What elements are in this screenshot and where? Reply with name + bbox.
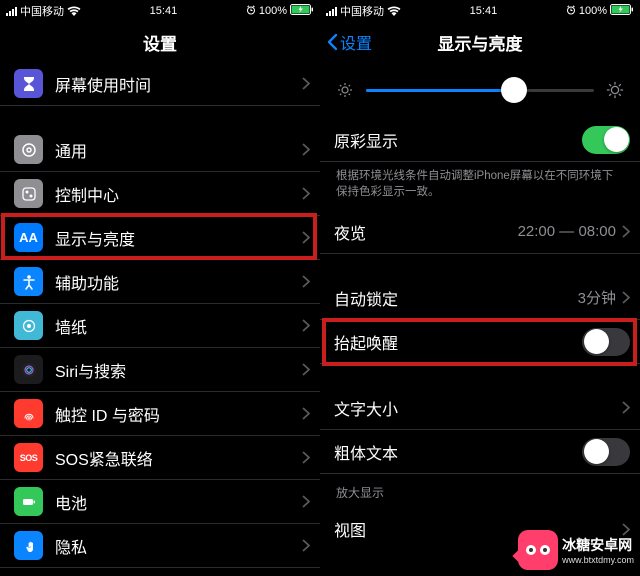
battery-row-icon — [14, 487, 43, 516]
chevron-right-icon — [302, 231, 310, 244]
switches-icon — [14, 179, 43, 208]
brightness-slider[interactable] — [366, 76, 594, 104]
alarm-icon — [566, 5, 576, 18]
settings-screen: 中国移动 15:41 100% 设置 屏幕使用时间 通用 — [0, 0, 320, 576]
gear-icon — [14, 135, 43, 164]
chevron-right-icon — [302, 319, 310, 332]
battery-icon — [610, 4, 634, 18]
chevron-right-icon — [622, 291, 630, 304]
page-title: 设置 — [143, 30, 177, 55]
row-screen-time[interactable]: 屏幕使用时间 — [0, 62, 320, 106]
display-brightness-screen: 中国移动 15:41 100% 设置 显示与亮度 — [320, 0, 640, 576]
chevron-right-icon — [302, 495, 310, 508]
row-privacy[interactable]: 隐私 — [0, 524, 320, 568]
hand-icon — [14, 531, 43, 560]
row-sos[interactable]: SOS SOS紧急联络 — [0, 436, 320, 480]
sos-icon: SOS — [14, 443, 43, 472]
chevron-right-icon — [302, 187, 310, 200]
battery-percent: 100% — [259, 5, 287, 17]
chevron-right-icon — [302, 143, 310, 156]
watermark-logo-icon — [518, 530, 558, 570]
row-display-brightness[interactable]: AA 显示与亮度 — [0, 216, 320, 260]
row-general[interactable]: 通用 — [0, 128, 320, 172]
sun-small-icon — [336, 81, 354, 99]
wallpaper-icon — [14, 311, 43, 340]
battery-icon — [290, 4, 314, 18]
row-control-center[interactable]: 控制中心 — [0, 172, 320, 216]
siri-icon — [14, 355, 43, 384]
sun-large-icon — [606, 81, 624, 99]
signal-icon — [326, 6, 337, 16]
raise-to-wake-toggle[interactable] — [582, 328, 630, 356]
chevron-right-icon — [302, 407, 310, 420]
chevron-right-icon — [302, 539, 310, 552]
nav-bar-settings: 设置 — [0, 22, 320, 62]
carrier-label: 中国移动 — [340, 3, 384, 19]
row-raise-to-wake: 抬起唤醒 — [320, 320, 640, 364]
row-night-shift[interactable]: 夜览 22:00 — 08:00 — [320, 210, 640, 254]
true-tone-toggle[interactable] — [582, 126, 630, 154]
accessibility-icon — [14, 267, 43, 296]
status-time: 15:41 — [470, 5, 498, 17]
chevron-right-icon — [302, 363, 310, 376]
row-siri[interactable]: Siri与搜索 — [0, 348, 320, 392]
row-auto-lock[interactable]: 自动锁定 3分钟 — [320, 276, 640, 320]
hourglass-icon — [14, 69, 43, 98]
back-button[interactable]: 设置 — [326, 30, 372, 54]
chevron-right-icon — [302, 77, 310, 90]
row-wallpaper[interactable]: 墙纸 — [0, 304, 320, 348]
watermark: 冰糖安卓网 www.btxtdmy.com — [518, 530, 634, 570]
settings-list: 屏幕使用时间 通用 控制中心 AA 显示与亮度 辅助功能 — [0, 62, 320, 568]
row-accessibility[interactable]: 辅助功能 — [0, 260, 320, 304]
watermark-url: www.btxtdmy.com — [562, 555, 634, 565]
row-bold-text: 粗体文本 — [320, 430, 640, 474]
row-touchid[interactable]: 触控 ID 与密码 — [0, 392, 320, 436]
status-bar: 中国移动 15:41 100% — [0, 0, 320, 22]
brightness-slider-row — [320, 62, 640, 118]
nav-bar-display: 设置 显示与亮度 — [320, 22, 640, 62]
page-title: 显示与亮度 — [438, 30, 523, 55]
row-battery[interactable]: 电池 — [0, 480, 320, 524]
status-bar: 中国移动 15:41 100% — [320, 0, 640, 22]
signal-icon — [6, 6, 17, 16]
watermark-text: 冰糖安卓网 — [562, 535, 634, 555]
wifi-icon — [387, 6, 401, 16]
wifi-icon — [67, 6, 81, 16]
true-tone-description: 根据环境光线条件自动调整iPhone屏幕以在不同环境下保持色彩显示一致。 — [320, 162, 640, 210]
chevron-right-icon — [302, 275, 310, 288]
zoom-section-header: 放大显示 — [320, 474, 640, 507]
text-size-icon: AA — [14, 223, 43, 252]
bold-text-toggle[interactable] — [582, 438, 630, 466]
alarm-icon — [246, 5, 256, 18]
chevron-right-icon — [622, 225, 630, 238]
fingerprint-icon — [14, 399, 43, 428]
row-text-size[interactable]: 文字大小 — [320, 386, 640, 430]
status-time: 15:41 — [150, 5, 178, 17]
chevron-right-icon — [622, 401, 630, 414]
carrier-label: 中国移动 — [20, 3, 64, 19]
chevron-right-icon — [302, 451, 310, 464]
row-true-tone: 原彩显示 — [320, 118, 640, 162]
battery-percent: 100% — [579, 5, 607, 17]
